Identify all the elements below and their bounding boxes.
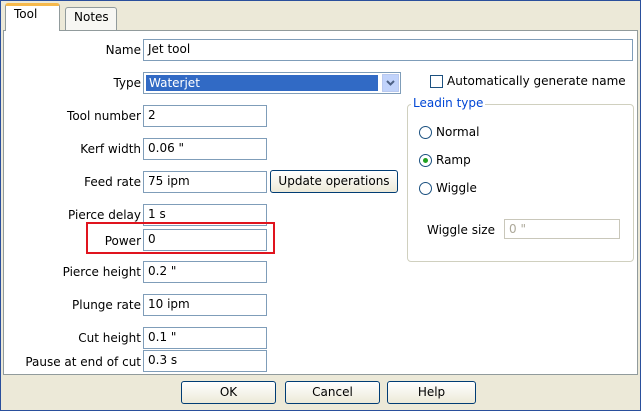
feed-rate-label: Feed rate: [84, 175, 141, 189]
tool-number-label: Tool number: [67, 109, 141, 123]
plunge-rate-label: Plunge rate: [72, 298, 141, 312]
tool-dialog: Tool Notes Name Jet tool Type Waterjet A…: [0, 0, 641, 411]
pause-end-field[interactable]: 0.3 s: [143, 350, 267, 372]
name-label: Name: [105, 43, 141, 57]
power-label: Power: [104, 234, 141, 248]
auto-name-checkbox[interactable]: [430, 75, 443, 88]
cut-height-label: Cut height: [78, 331, 141, 345]
cancel-button[interactable]: Cancel: [285, 381, 380, 404]
pierce-height-field[interactable]: 0.2 ": [143, 261, 267, 283]
leadin-type-title: Leadin type: [411, 96, 486, 110]
pierce-height-label: Pierce height: [62, 265, 141, 279]
tab-notes[interactable]: Notes: [65, 7, 117, 30]
leadin-wiggle-radio[interactable]: [419, 182, 432, 195]
dialog-button-bar: OK Cancel Help: [1, 375, 640, 410]
type-select[interactable]: Waterjet: [143, 72, 401, 94]
type-label: Type: [113, 76, 141, 90]
leadin-normal-label: Normal: [436, 125, 480, 139]
kerf-width-label: Kerf width: [80, 142, 141, 156]
leadin-normal-radio[interactable]: [419, 126, 432, 139]
name-field[interactable]: Jet tool: [143, 39, 633, 61]
type-selected-value: Waterjet: [146, 75, 378, 91]
update-operations-button[interactable]: Update operations: [270, 170, 398, 193]
plunge-rate-field[interactable]: 10 ipm: [143, 294, 267, 316]
feed-rate-field[interactable]: 75 ipm: [143, 171, 267, 193]
ok-button[interactable]: OK: [181, 381, 276, 404]
wiggle-size-label: Wiggle size: [427, 223, 495, 237]
leadin-ramp-radio[interactable]: [419, 154, 432, 167]
chevron-down-icon[interactable]: [382, 74, 399, 92]
help-button[interactable]: Help: [387, 381, 476, 404]
radio-selected-dot: [423, 158, 428, 163]
leadin-wiggle-label: Wiggle: [436, 181, 477, 195]
auto-name-label: Automatically generate name: [447, 74, 626, 88]
pause-end-label: Pause at end of cut: [25, 355, 141, 369]
power-field[interactable]: 0: [143, 229, 267, 251]
pierce-delay-label: Pierce delay: [68, 208, 141, 222]
wiggle-size-field[interactable]: 0 ": [504, 219, 620, 239]
tool-tab-panel: Name Jet tool Type Waterjet Automaticall…: [3, 30, 638, 375]
tab-strip: Tool Notes: [1, 1, 640, 31]
kerf-width-field[interactable]: 0.06 ": [143, 138, 267, 160]
leadin-ramp-label: Ramp: [436, 153, 471, 167]
cut-height-field[interactable]: 0.1 ": [143, 327, 267, 349]
tab-tool[interactable]: Tool: [5, 3, 60, 31]
tool-number-field[interactable]: 2: [143, 105, 267, 127]
